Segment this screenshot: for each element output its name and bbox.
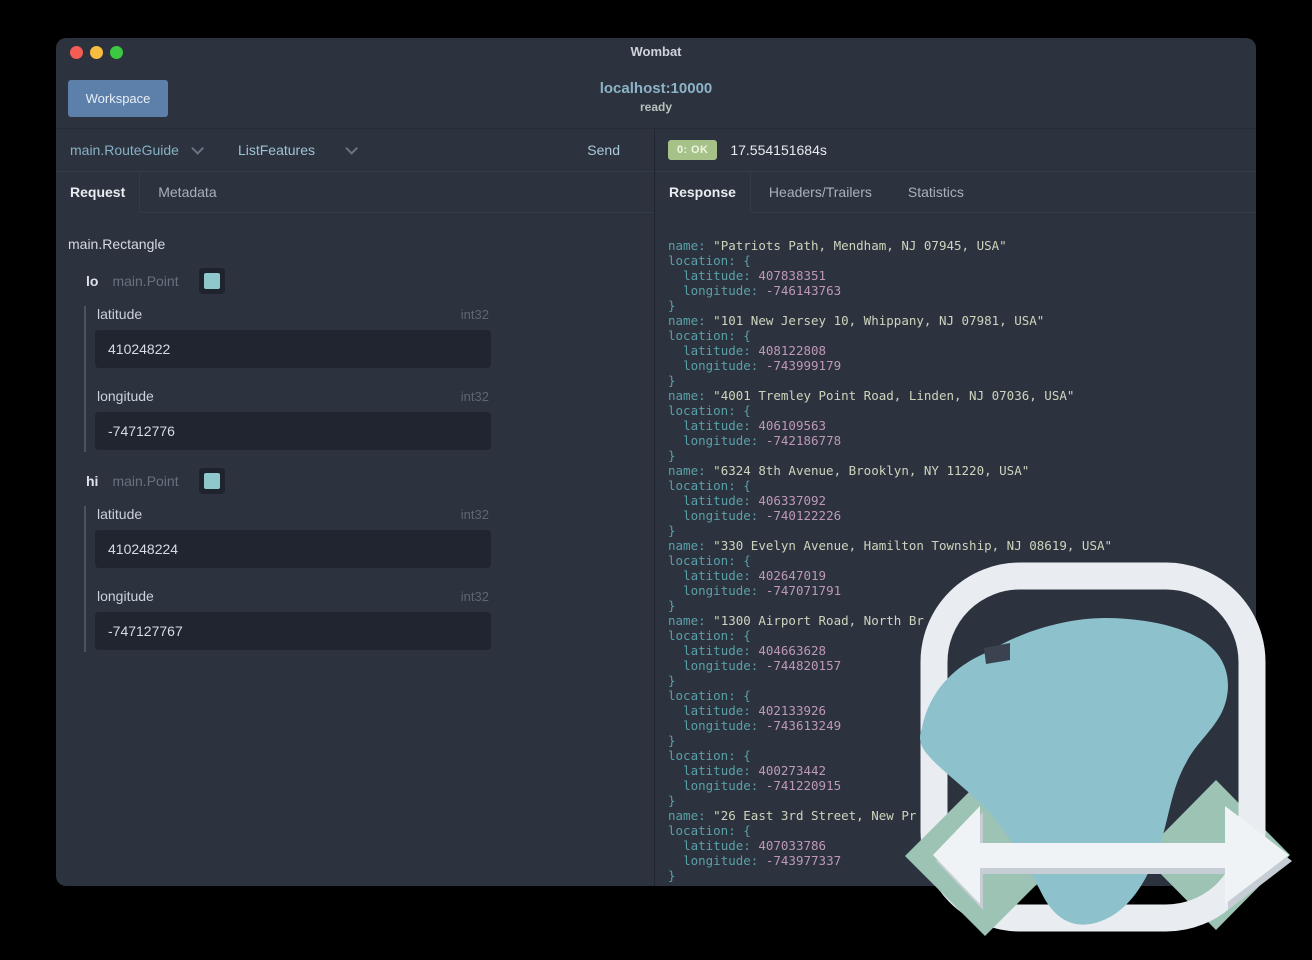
field-groups: lo main.Point latitude int32 longitude int32 h… xyxy=(68,268,654,652)
response-line: longitude: -746143763 xyxy=(683,283,842,298)
tab-headers-trailers[interactable]: Headers/Trailers xyxy=(750,172,890,213)
tab-metadata[interactable]: Metadata xyxy=(140,172,235,213)
message-type-label: main.Rectangle xyxy=(68,236,166,252)
window-title: Wombat xyxy=(630,44,682,59)
response-line: name: "101 New Jersey 10, Whippany, NJ 0… xyxy=(668,313,1045,328)
field-label: latitude xyxy=(97,306,143,322)
send-button[interactable]: Send xyxy=(587,142,620,158)
field-label-row: longitude int32 xyxy=(97,388,489,404)
response-line: location: { xyxy=(668,253,751,268)
response-line: latitude: 406337092 xyxy=(683,493,827,508)
server-address: localhost:10000 xyxy=(599,80,713,97)
field-name: hi xyxy=(86,473,99,489)
chevron-down-icon xyxy=(345,141,358,155)
field-group-header-hi: hi main.Point xyxy=(68,468,654,494)
field-label: longitude xyxy=(97,388,154,404)
response-line: latitude: 408122808 xyxy=(683,343,827,358)
checkbox-check xyxy=(203,473,220,489)
response-statusbar: 0: OK 17.554151684s xyxy=(655,129,1256,172)
field-type-badge: int32 xyxy=(460,589,489,604)
response-tabbar: Response Headers/Trailers Statistics xyxy=(655,172,1256,213)
hi-longitude-input[interactable] xyxy=(95,612,491,650)
field-name: lo xyxy=(86,273,99,289)
wombat-logo xyxy=(905,562,1292,936)
chevron-down-icon xyxy=(191,141,204,155)
service-selector-value: main.RouteGuide xyxy=(70,142,179,158)
response-line: } xyxy=(668,523,676,538)
response-line: latitude: 407838351 xyxy=(683,268,827,283)
field-label-row: latitude int32 xyxy=(97,506,489,522)
response-line: location: { xyxy=(668,403,751,418)
response-line: name: "Patriots Path, Mendham, NJ 07945,… xyxy=(668,238,1007,253)
response-line: name: "4001 Tremley Point Road, Linden, … xyxy=(668,388,1075,403)
field-type: main.Point xyxy=(112,273,179,289)
field-group-hi: latitude int32 longitude int32 xyxy=(84,506,491,652)
server-info: localhost:10000 ready xyxy=(56,80,1256,114)
response-line: name: "6324 8th Avenue, Brooklyn, NY 112… xyxy=(668,463,1030,478)
response-line: longitude: -742186778 xyxy=(683,433,842,448)
app-header: Wombat Workspace localhost:10000 ready xyxy=(56,38,1256,129)
request-toolbar: main.RouteGuide ListFeatures Send xyxy=(56,129,654,172)
request-form: main.Rectangle lo main.Point latitude int32… xyxy=(56,213,654,886)
lo-checkbox[interactable] xyxy=(198,268,225,294)
response-line: latitude: 406109563 xyxy=(683,418,827,433)
request-panel: main.RouteGuide ListFeatures Send Reques… xyxy=(56,129,655,886)
response-line: name: "330 Evelyn Avenue, Hamilton Towns… xyxy=(668,538,1113,553)
response-line: } xyxy=(668,298,676,313)
field-label-row: latitude int32 xyxy=(97,306,489,322)
response-line: longitude: -740122226 xyxy=(683,508,842,523)
tab-statistics[interactable]: Statistics xyxy=(889,172,982,213)
method-selector[interactable]: ListFeatures xyxy=(237,141,358,158)
hi-checkbox[interactable] xyxy=(198,468,225,494)
tabbar-filler xyxy=(234,172,654,213)
response-line: location: { xyxy=(668,328,751,343)
lo-latitude-input[interactable] xyxy=(95,330,491,368)
duration-label: 17.554151684s xyxy=(730,142,827,158)
response-line: longitude: -743999179 xyxy=(683,358,842,373)
method-selector-value: ListFeatures xyxy=(237,142,315,158)
lo-longitude-input[interactable] xyxy=(95,412,491,450)
response-line: } xyxy=(668,448,676,463)
response-line: } xyxy=(668,373,676,388)
service-selector[interactable]: main.RouteGuide xyxy=(70,141,204,158)
desktop-background: Wombat Workspace localhost:10000 ready m… xyxy=(0,0,1312,960)
field-group-lo: latitude int32 longitude int32 xyxy=(84,306,491,452)
tabbar-filler xyxy=(981,172,1256,213)
tab-request[interactable]: Request xyxy=(56,172,141,213)
status-badge: 0: OK xyxy=(668,140,718,160)
tab-response[interactable]: Response xyxy=(655,172,751,213)
field-type: main.Point xyxy=(112,473,179,489)
field-label: latitude xyxy=(97,506,143,522)
field-type-badge: int32 xyxy=(460,307,489,322)
field-type-badge: int32 xyxy=(460,507,489,522)
server-status: ready xyxy=(639,100,673,114)
field-label: longitude xyxy=(97,588,154,604)
field-label-row: longitude int32 xyxy=(97,588,489,604)
response-line: location: { xyxy=(668,478,751,493)
field-type-badge: int32 xyxy=(460,389,489,404)
hi-latitude-input[interactable] xyxy=(95,530,491,568)
checkbox-check xyxy=(203,273,220,289)
field-group-header-lo: lo main.Point xyxy=(68,268,654,294)
request-tabbar: Request Metadata xyxy=(56,172,654,213)
